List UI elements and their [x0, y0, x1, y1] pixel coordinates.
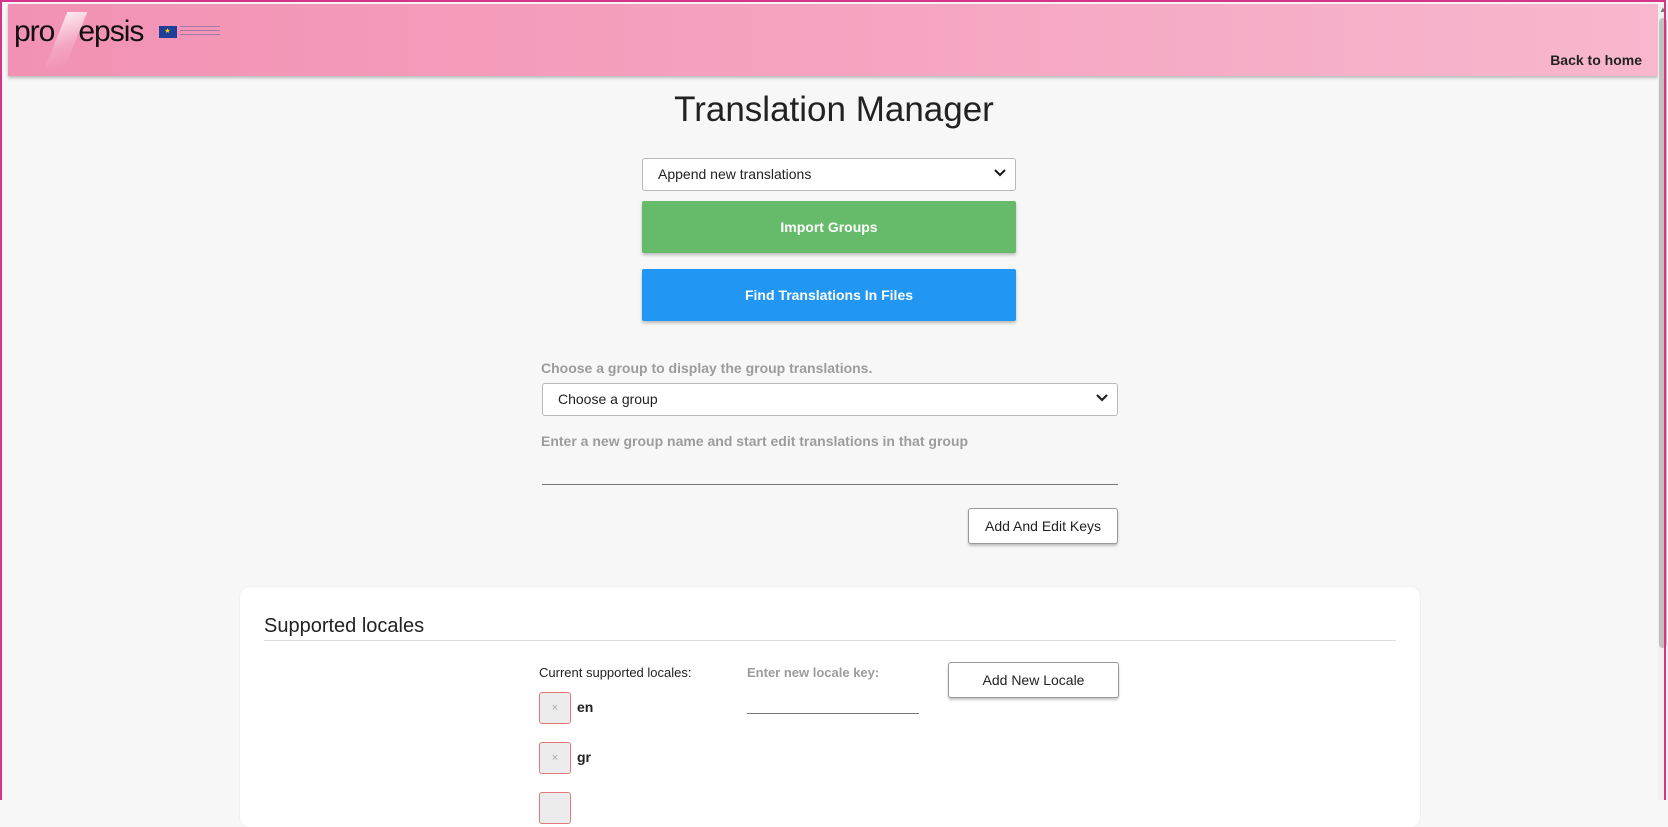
scroll-thumb[interactable]: [1659, 18, 1667, 648]
locale-en-label: en: [577, 699, 594, 715]
top-header: pro epsis Back to home: [8, 4, 1658, 76]
add-new-locale-button[interactable]: Add New Locale: [948, 662, 1119, 698]
page-title: Translation Manager: [674, 90, 994, 129]
proepsis-logo[interactable]: pro epsis: [14, 12, 221, 68]
remove-locale-en-button[interactable]: ×: [539, 692, 571, 724]
import-mode-select[interactable]: Append new translations: [642, 158, 1016, 191]
find-translations-button[interactable]: Find Translations In Files: [642, 269, 1016, 321]
group-select[interactable]: Choose a group: [542, 383, 1118, 416]
current-locales-label: Current supported locales:: [539, 665, 692, 680]
supported-locales-title: Supported locales: [264, 615, 425, 637]
supported-locales-card: Supported locales Current supported loca…: [240, 587, 1420, 827]
group-selected: Choose a group: [558, 391, 658, 407]
choose-group-label: Choose a group to display the group tran…: [541, 360, 873, 376]
new-locale-key-label: Enter new locale key:: [747, 665, 880, 680]
import-mode-selected: Append new translations: [658, 166, 812, 182]
chevron-down-icon: [994, 169, 1006, 177]
page-scrollbar[interactable]: ▲: [1658, 4, 1668, 800]
add-and-edit-keys-button[interactable]: Add And Edit Keys: [968, 508, 1118, 544]
eu-funding-text: [180, 26, 221, 38]
card-divider: [264, 640, 1396, 641]
new-group-label: Enter a new group name and start edit tr…: [541, 433, 969, 449]
import-groups-button[interactable]: Import Groups: [642, 201, 1016, 253]
scroll-up-arrow-icon[interactable]: ▲: [1658, 4, 1668, 16]
back-to-home-link[interactable]: Back to home: [1550, 52, 1642, 68]
logo-text-left: pro: [14, 15, 55, 48]
chevron-down-icon: [1096, 394, 1108, 402]
locale-gr-label: gr: [577, 749, 591, 765]
remove-locale-button[interactable]: [539, 792, 571, 824]
logo-text-right: epsis: [78, 15, 144, 48]
new-group-name-input[interactable]: [542, 455, 1118, 485]
remove-locale-gr-button[interactable]: ×: [539, 742, 571, 774]
new-locale-key-input[interactable]: [747, 684, 919, 714]
eu-flag-icon: [159, 26, 178, 38]
